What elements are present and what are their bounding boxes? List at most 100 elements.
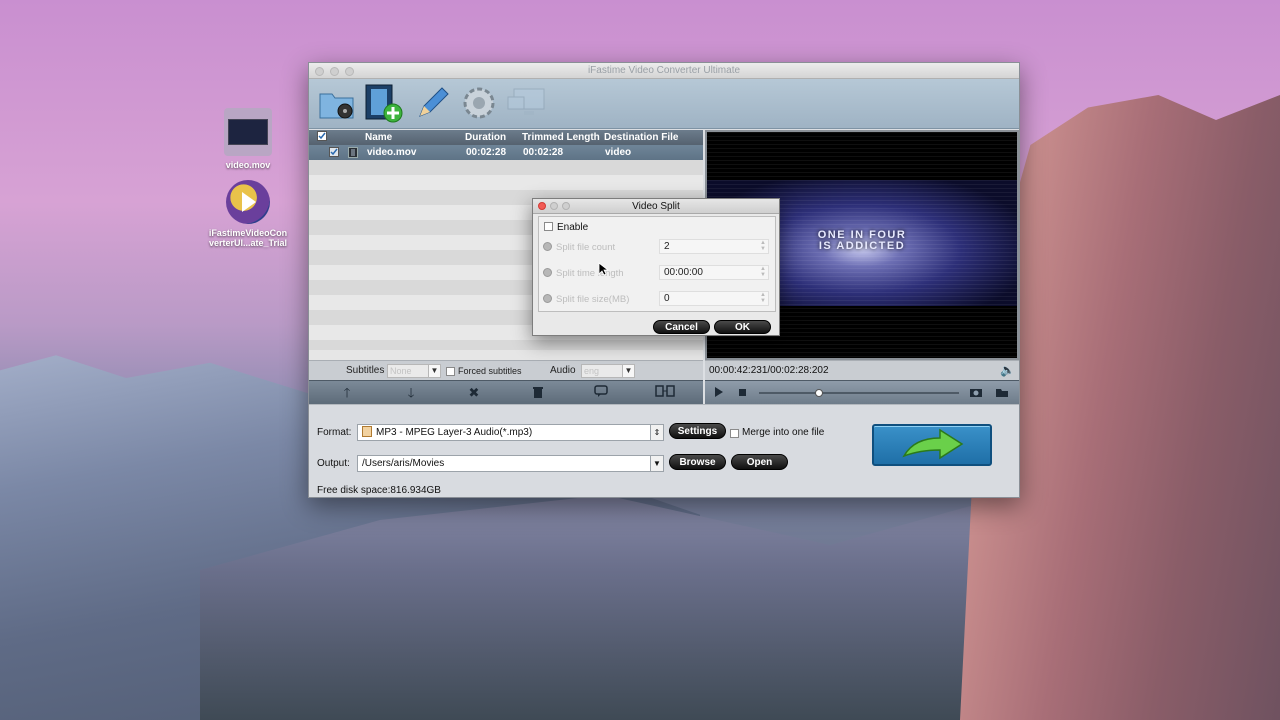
split-time-length-radio[interactable] bbox=[543, 268, 552, 277]
file-list-header: Name Duration Trimmed Length Destination… bbox=[309, 130, 703, 145]
zoom-window-button[interactable] bbox=[345, 67, 354, 76]
desktop-icon-video-file[interactable]: video.mov bbox=[215, 108, 281, 170]
minimize-window-button[interactable] bbox=[330, 67, 339, 76]
display-button[interactable] bbox=[505, 83, 549, 123]
split-time-length-label: Split time length bbox=[556, 268, 624, 279]
trash-icon[interactable] bbox=[530, 385, 546, 401]
forced-subtitles-label: Forced subtitles bbox=[458, 366, 522, 376]
output-path-value: /Users/aris/Movies bbox=[362, 458, 445, 469]
snapshot-camera-icon[interactable] bbox=[969, 387, 983, 401]
settings-button[interactable]: Settings bbox=[669, 423, 726, 439]
stepper-arrows-icon[interactable]: ▲ ▼ bbox=[760, 240, 766, 252]
preview-text-line2: IS ADDICTED bbox=[818, 240, 906, 252]
audio-label: Audio bbox=[550, 365, 576, 376]
column-header-destination[interactable]: Destination File bbox=[604, 132, 678, 143]
output-settings-panel: Format: MP3 - MPEG Layer-3 Audio(*.mp3) … bbox=[309, 404, 1019, 497]
output-label: Output: bbox=[317, 458, 350, 469]
column-header-name[interactable]: Name bbox=[365, 132, 392, 143]
stepper-arrows-icon[interactable]: ▲ ▼ bbox=[760, 266, 766, 278]
row-checkbox[interactable] bbox=[329, 147, 339, 160]
comment-icon[interactable] bbox=[593, 385, 609, 401]
subtitles-value: None bbox=[390, 366, 412, 376]
volume-icon[interactable]: 🔈 bbox=[1000, 363, 1015, 377]
app-logo-icon bbox=[226, 180, 270, 224]
split-time-length-input[interactable]: 00:00:00 ▲ ▼ bbox=[659, 265, 769, 280]
column-header-trimmed-length[interactable]: Trimmed Length bbox=[522, 132, 600, 143]
seek-slider[interactable] bbox=[759, 389, 959, 397]
timecode: 00:00:42:231/00:02:28:202 bbox=[709, 365, 829, 376]
split-time-length-option[interactable]: Split time length bbox=[543, 268, 624, 279]
edit-button[interactable] bbox=[409, 83, 453, 123]
dialog-titlebar: Video Split bbox=[533, 199, 779, 214]
audio-file-icon bbox=[362, 426, 372, 437]
stepper-arrows-icon[interactable]: ▲ ▼ bbox=[760, 292, 766, 304]
stop-icon[interactable] bbox=[739, 389, 746, 396]
dialog-title: Video Split bbox=[632, 201, 680, 212]
convert-button[interactable] bbox=[872, 424, 992, 466]
enable-checkbox[interactable] bbox=[544, 222, 553, 231]
split-file-count-value: 2 bbox=[664, 241, 670, 252]
format-select[interactable]: MP3 - MPEG Layer-3 Audio(*.mp3) ⇕ bbox=[357, 424, 664, 441]
enable-option[interactable]: Enable bbox=[544, 222, 588, 233]
split-file-size-label: Split file size(MB) bbox=[556, 294, 630, 305]
convert-arrow-icon bbox=[902, 428, 964, 460]
close-window-button[interactable] bbox=[315, 67, 324, 76]
subtitles-select[interactable]: None ▼ bbox=[387, 364, 441, 378]
video-file-thumbnail-icon bbox=[224, 108, 272, 156]
dialog-zoom-button[interactable] bbox=[562, 202, 570, 210]
merge-icon[interactable] bbox=[655, 385, 675, 401]
desktop-icon-label: video.mov bbox=[225, 160, 271, 170]
speech-bubble-shape bbox=[594, 385, 608, 397]
browse-button[interactable]: Browse bbox=[669, 454, 726, 470]
split-file-count-option[interactable]: Split file count bbox=[543, 242, 615, 253]
select-all-checkbox[interactable] bbox=[317, 131, 327, 144]
row-duration: 00:02:28 bbox=[466, 147, 507, 158]
ok-button[interactable]: OK bbox=[714, 320, 771, 334]
move-down-icon[interactable]: 🡓 bbox=[403, 385, 419, 401]
add-video-button[interactable] bbox=[361, 83, 405, 123]
add-folder-button[interactable] bbox=[315, 83, 359, 123]
column-header-duration[interactable]: Duration bbox=[465, 132, 506, 143]
subtitle-audio-bar: Subtitles None ▼ Forced subtitles Audio … bbox=[309, 360, 703, 380]
forced-subtitles-checkbox[interactable] bbox=[446, 367, 455, 376]
folder-film-icon bbox=[319, 93, 354, 119]
free-disk-space: Free disk space:816.934GB bbox=[317, 485, 441, 496]
seek-slider-thumb[interactable] bbox=[815, 389, 823, 397]
subtitles-label: Subtitles bbox=[346, 365, 385, 376]
merge-label: Merge into one file bbox=[742, 427, 825, 438]
monitor-icon bbox=[507, 88, 545, 115]
gear-icon bbox=[463, 87, 495, 119]
split-file-size-input[interactable]: 0 ▲ ▼ bbox=[659, 291, 769, 306]
desktop-icon-app-installer[interactable]: iFastimeVideoCon verterUl...ate_Trial bbox=[200, 180, 296, 248]
split-file-count-radio[interactable] bbox=[543, 242, 552, 251]
settings-button[interactable] bbox=[457, 83, 501, 123]
toolbar bbox=[309, 79, 1019, 129]
dialog-close-button[interactable] bbox=[538, 202, 546, 210]
dialog-window-controls bbox=[538, 202, 570, 210]
merge-shape bbox=[655, 385, 675, 397]
play-icon[interactable] bbox=[715, 387, 723, 397]
mouse-cursor-icon bbox=[598, 262, 608, 276]
playback-controls bbox=[705, 380, 1019, 404]
split-file-count-input[interactable]: 2 ▲ ▼ bbox=[659, 239, 769, 254]
cancel-button[interactable]: Cancel bbox=[653, 320, 710, 334]
move-up-icon[interactable]: 🡑 bbox=[339, 385, 355, 401]
pencil-icon bbox=[419, 87, 449, 117]
open-folder-icon[interactable] bbox=[995, 387, 1009, 401]
format-label: Format: bbox=[317, 427, 352, 438]
open-button[interactable]: Open bbox=[731, 454, 788, 470]
chevron-down-icon: ▼ bbox=[622, 365, 634, 377]
file-list-row[interactable]: video.mov 00:02:28 00:02:28 video bbox=[309, 145, 703, 160]
window-controls bbox=[315, 67, 354, 76]
audio-value: eng bbox=[584, 366, 600, 376]
output-path-field[interactable]: /Users/aris/Movies ▼ bbox=[357, 455, 664, 472]
remove-icon[interactable]: ✖ bbox=[466, 385, 482, 401]
chevron-down-icon: ▼ bbox=[428, 365, 440, 377]
desktop-icon-label-line2: verterUl...ate_Trial bbox=[208, 238, 288, 248]
split-file-size-option[interactable]: Split file size(MB) bbox=[543, 294, 629, 305]
film-strip-icon bbox=[348, 147, 358, 161]
dialog-minimize-button[interactable] bbox=[550, 202, 558, 210]
split-file-size-radio[interactable] bbox=[543, 294, 552, 303]
merge-checkbox[interactable] bbox=[730, 429, 739, 438]
audio-select[interactable]: eng ▼ bbox=[581, 364, 635, 378]
